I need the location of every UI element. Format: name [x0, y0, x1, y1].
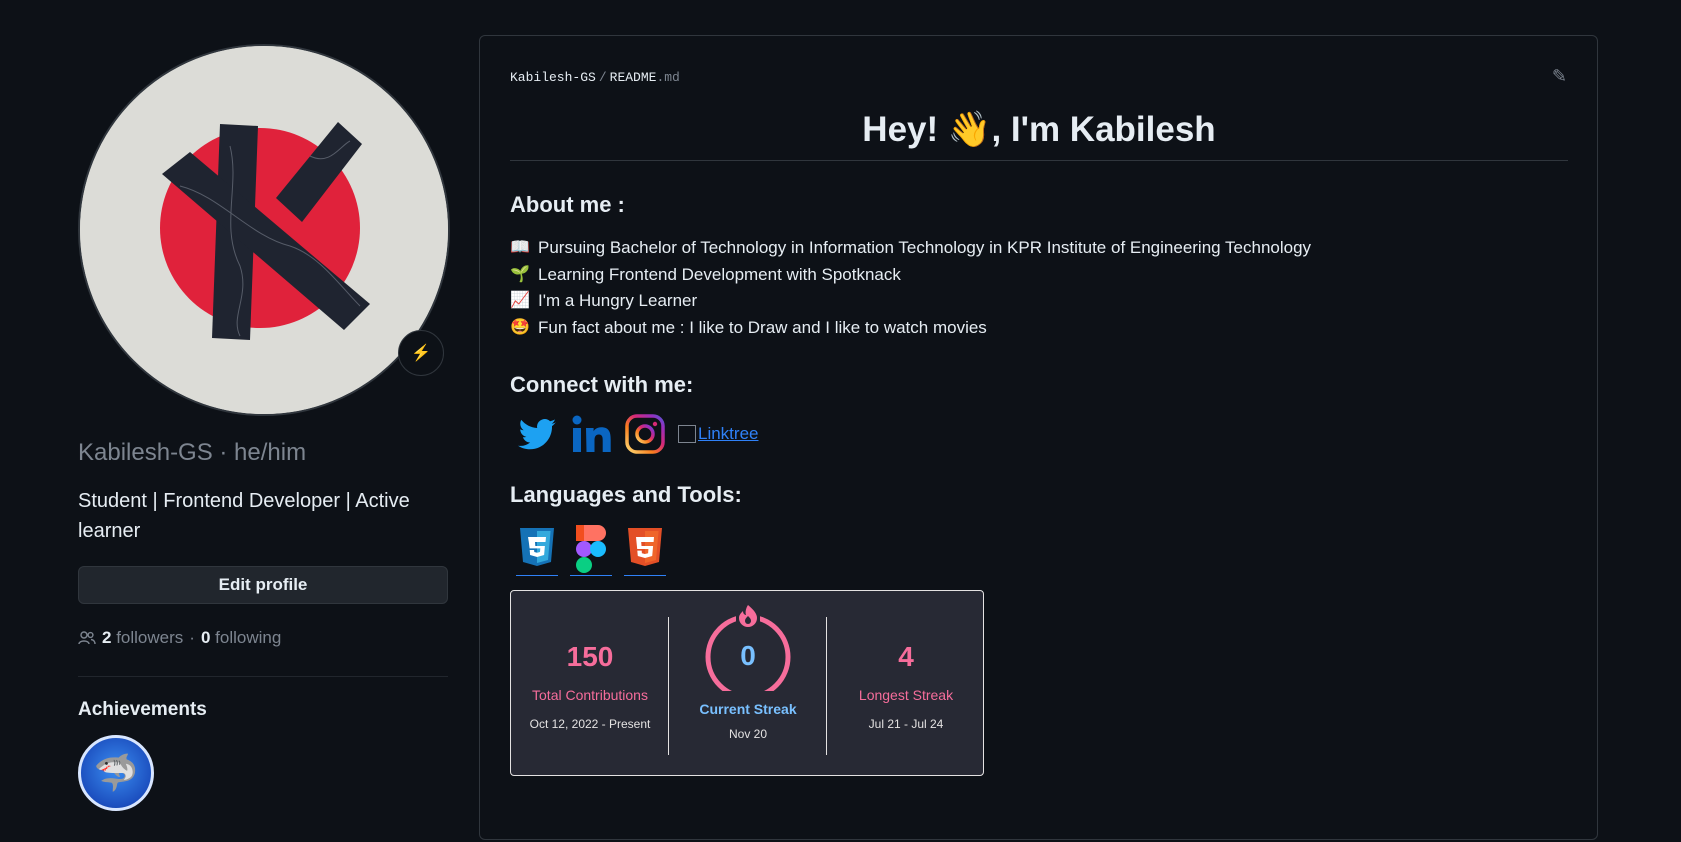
html5-icon[interactable]: [624, 523, 666, 576]
total-contributions-value: 150: [566, 641, 614, 672]
edit-readme-button[interactable]: ✎: [1552, 66, 1567, 87]
about-item: 📖 Pursuing Bachelor of Technology in Inf…: [510, 235, 1568, 262]
readme-title: Hey! 👋, I'm Kabilesh: [510, 108, 1568, 161]
follow-stats: 2 followers · 0 following: [78, 628, 450, 648]
following-link[interactable]: 0 following: [201, 628, 281, 648]
connect-heading: Connect with me:: [510, 372, 694, 397]
avatar-container: ⚡: [78, 44, 450, 416]
linktree-label: Linktree: [698, 424, 759, 443]
edit-profile-button[interactable]: Edit profile: [78, 566, 448, 604]
linkedin-icon[interactable]: [570, 413, 612, 455]
tools-list: [510, 523, 1568, 576]
profile-sidebar: ⚡ Kabilesh-GS · he/him Student | Fronten…: [78, 44, 450, 811]
social-links: Linktree: [510, 413, 1568, 455]
profile-username: Kabilesh-GS · he/him: [78, 439, 307, 466]
lightning-icon: ⚡: [411, 345, 431, 362]
avatar[interactable]: [78, 44, 450, 416]
tools-heading: Languages and Tools:: [510, 482, 742, 507]
instagram-icon[interactable]: [624, 413, 666, 455]
current-streak-date: Nov 20: [728, 727, 768, 741]
path-separator: /: [598, 70, 607, 85]
longest-streak-section: 4 Longest Streak Jul 21 - Jul 24: [827, 591, 985, 731]
star-struck-icon: 🤩: [510, 318, 530, 336]
chart-icon: 📈: [510, 292, 530, 309]
longest-streak-label: Longest Streak: [858, 687, 954, 703]
achievement-badge[interactable]: 🦈: [78, 735, 154, 811]
current-streak-label: Current Streak: [699, 701, 797, 717]
twitter-icon[interactable]: [516, 413, 558, 455]
longest-streak-value: 4: [898, 641, 914, 672]
current-streak-section: 0 Current Streak Nov 20: [669, 591, 827, 741]
total-contributions-section: 150 Total Contributions Oct 12, 2022 - P…: [511, 591, 669, 731]
total-contributions-label: Total Contributions: [532, 687, 648, 703]
readme-card: Kabilesh-GS / README.md ✎ Hey! 👋, I'm Kabi…: [479, 35, 1598, 840]
about-item: 🤩 Fun fact about me : I like to Draw and…: [510, 315, 1568, 342]
total-contributions-range: Oct 12, 2022 - Present: [529, 717, 651, 731]
followers-link[interactable]: 2 followers: [102, 628, 183, 648]
profile-bio: Student | Frontend Developer | Active le…: [78, 490, 410, 542]
achievements-title: Achievements: [78, 699, 207, 720]
people-icon: [78, 631, 96, 645]
followers-label: followers: [116, 628, 184, 647]
current-streak-value: 0: [740, 640, 756, 671]
shark-icon: 🦈: [93, 752, 139, 793]
readme-content: Hey! 👋, I'm Kabilesh About me : 📖 Pursui…: [510, 108, 1568, 776]
followers-count: 2: [102, 628, 112, 647]
about-heading: About me :: [510, 192, 625, 217]
css3-icon[interactable]: [516, 523, 558, 576]
about-item-text: Pursuing Bachelor of Technology in Infor…: [538, 238, 1312, 257]
sidebar-divider: [78, 676, 448, 677]
following-label: following: [215, 628, 282, 647]
about-item-text: I'm a Hungry Learner: [538, 291, 698, 310]
about-item: 📈 I'm a Hungry Learner: [510, 288, 1568, 315]
about-item-text: Fun fact about me : I like to Draw and I…: [538, 317, 987, 337]
separator-dot: ·: [189, 628, 195, 647]
pencil-icon: ✎: [1551, 66, 1567, 86]
book-icon: 📖: [510, 239, 530, 256]
linktree-link[interactable]: Linktree: [678, 424, 758, 444]
figma-icon[interactable]: [570, 523, 612, 576]
readme-owner-link[interactable]: Kabilesh-GS: [510, 70, 596, 85]
about-item-text: Learning Frontend Development with Spotk…: [538, 264, 901, 284]
seedling-icon: 🌱: [510, 265, 530, 283]
longest-streak-range: Jul 21 - Jul 24: [868, 717, 944, 731]
about-item: 🌱 Learning Frontend Development with Spo…: [510, 262, 1568, 289]
following-count: 0: [200, 628, 211, 647]
about-list: 📖 Pursuing Bachelor of Technology in Inf…: [510, 235, 1568, 341]
readme-path: Kabilesh-GS / README.md: [510, 70, 680, 85]
readme-file-ext: .md: [656, 70, 680, 85]
github-streak-card: 150 Total Contributions Oct 12, 2022 - P…: [510, 590, 984, 776]
set-status-button[interactable]: ⚡: [398, 330, 444, 376]
readme-file-name[interactable]: README: [610, 70, 657, 85]
broken-image-icon: [678, 425, 696, 443]
